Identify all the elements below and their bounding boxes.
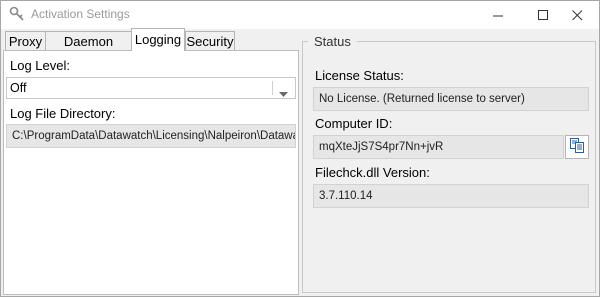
key-icon (9, 6, 25, 22)
log-level-dropdown[interactable]: Off (6, 77, 296, 99)
maximize-icon (537, 9, 549, 21)
computer-id-field[interactable]: mqXteJjS7S4pr7Nn+jvR (313, 135, 564, 159)
close-icon (571, 9, 583, 21)
chevron-down-icon (279, 85, 288, 103)
window-title: Activation Settings (31, 7, 130, 21)
log-level-label: Log Level: (10, 58, 70, 73)
minimize-icon (492, 10, 504, 21)
activation-settings-window: Activation Settings Proxy Daemon Proxy L… (0, 0, 600, 297)
license-status-field[interactable]: No License. (Returned license to server) (313, 87, 589, 111)
log-level-value: Off (10, 81, 27, 95)
dropdown-separator (272, 81, 273, 95)
minimize-button[interactable] (476, 1, 520, 29)
tab-security[interactable]: Security (185, 31, 235, 50)
filechck-version-field[interactable]: 3.7.110.14 (313, 184, 589, 208)
copy-computer-id-button[interactable] (565, 135, 589, 159)
close-button[interactable] (555, 1, 599, 29)
log-dir-field[interactable]: C:\ProgramData\Datawatch\Licensing\Nalpe… (6, 124, 296, 148)
log-dir-label: Log File Directory: (10, 106, 116, 121)
tab-daemon-proxy[interactable]: Daemon Proxy (45, 31, 132, 68)
computer-id-label: Computer ID: (315, 116, 393, 131)
title-bar: Activation Settings (1, 1, 599, 29)
tab-logging[interactable]: Logging (131, 28, 185, 51)
tab-proxy[interactable]: Proxy (5, 31, 46, 50)
copy-icon (569, 137, 585, 158)
license-status-label: License Status: (315, 68, 404, 83)
filechck-version-label: Filechck.dll Version: (315, 165, 430, 180)
status-group-title: Status (308, 34, 357, 49)
